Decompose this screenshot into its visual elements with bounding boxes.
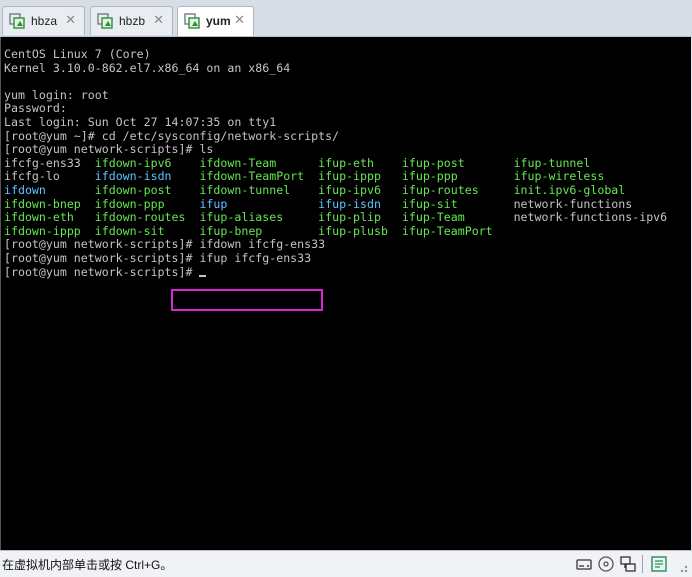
terminal-text: ifdown-bnep <box>4 196 95 211</box>
terminal-line: Kernel 3.10.0-862.el7.x86_64 on an x86_6… <box>4 60 667 76</box>
terminal-line: CentOS Linux 7 (Core) <box>4 47 667 62</box>
terminal-text: ifup-ppp <box>401 169 514 184</box>
terminal-text: ifdown-TeamPort <box>199 169 319 184</box>
terminal-text: ifdown-ippp <box>4 223 95 238</box>
terminal-text: [root@yum network-scripts]# ifdown ifcfg… <box>4 237 326 252</box>
terminal-text: ifcfg-ens33 <box>4 155 95 170</box>
terminal-text: ifup-ipv6 <box>318 182 402 197</box>
terminal-text: Password: <box>4 101 67 116</box>
terminal-text: yum login: root <box>4 87 109 102</box>
terminal-text: ifdown-Team <box>199 155 319 170</box>
terminal-text: ifdown-isdn <box>94 169 200 184</box>
close-icon[interactable]: ✕ <box>234 12 245 28</box>
tab-label: hbzb <box>119 14 146 28</box>
terminal-text: [root@yum network-scripts]# ifup ifcfg-e… <box>4 250 312 265</box>
tab-hbza[interactable]: hbza ✕ <box>2 6 85 35</box>
terminal-text: ifup-ippp <box>318 169 402 184</box>
status-bar: 在虚拟机内部单击或按 Ctrl+G。 <box>0 550 692 577</box>
terminal-text: CentOS Linux 7 (Core) <box>4 47 151 61</box>
terminal-text: ifup <box>199 196 319 211</box>
tab-label: yum <box>206 14 231 28</box>
terminal-line: [root@yum ~]# cd /etc/sysconfig/network-… <box>4 128 667 144</box>
close-icon[interactable]: ✕ <box>65 12 76 28</box>
terminal-line: Last login: Sun Oct 27 14:07:35 on tty1 <box>4 114 667 130</box>
terminal-text: ifdown-tunnel <box>199 182 319 197</box>
terminal-line: ifdown-ippp ifdown-sit ifup-bnep ifup-pl… <box>4 223 667 239</box>
terminal-text: ifup-eth <box>318 155 402 170</box>
terminal-text: ifup-aliases <box>199 210 319 225</box>
hard-disk-icon[interactable] <box>575 555 593 573</box>
terminal-text: ifup-bnep <box>199 223 319 238</box>
terminal-line: ifdown-eth ifdown-routes ifup-aliases if… <box>4 210 668 225</box>
terminal-text: ifup-plusb <box>318 223 402 238</box>
terminal-text: init.ipv6-global <box>513 182 626 197</box>
terminal-line: ifdown-bnep ifdown-ppp ifup ifup-isdn if… <box>4 196 667 212</box>
terminal-text: ifup-Team <box>401 210 514 225</box>
terminal-text: ifdown-sit <box>94 223 200 238</box>
terminal-line: yum login: root <box>4 87 667 103</box>
terminal-text: ifdown-routes <box>94 210 200 225</box>
terminal-line: ifcfg-ens33 ifdown-ipv6 ifdown-Team ifup… <box>4 155 667 171</box>
terminal-text: ifup-wireless <box>513 169 605 184</box>
vm-icon <box>97 13 113 29</box>
terminal-text: ifup-routes <box>401 182 514 197</box>
terminal-text: network-functions <box>513 196 633 211</box>
text-cursor <box>199 274 207 277</box>
terminal-text: [root@yum network-scripts]# <box>4 264 200 279</box>
cd-rom-icon[interactable] <box>597 555 615 573</box>
tab-yum[interactable]: yum ✕ <box>177 6 254 36</box>
terminal-text: ifdown <box>4 182 95 197</box>
terminal-text: ifup-plip <box>318 210 402 225</box>
terminal-text: [root@yum ~]# cd /etc/sysconfig/network-… <box>4 128 340 143</box>
terminal-text: ifdown-ipv6 <box>94 155 200 170</box>
terminal-text: ifcfg-lo <box>4 169 95 184</box>
terminal-text: ifup-TeamPort <box>401 223 493 238</box>
network-adapter-icon[interactable] <box>619 555 637 573</box>
vm-icon <box>184 13 200 29</box>
terminal-line: [root@yum network-scripts]# ifdown ifcfg… <box>4 238 667 252</box>
terminal-line: [root@yum network-scripts]# ls <box>4 142 667 157</box>
terminal-text: ifdown-post <box>94 182 200 197</box>
divider <box>642 555 643 573</box>
terminal-text: ifdown-ppp <box>94 196 200 211</box>
terminal-text: ifup-post <box>401 155 514 170</box>
terminal-text: ifup-isdn <box>318 196 402 211</box>
terminal-line: ifcfg-lo ifdown-isdn ifdown-TeamPort ifu… <box>4 170 667 184</box>
terminal-line: ifdown ifdown-post ifdown-tunnel ifup-ip… <box>4 182 667 198</box>
status-hint: 在虚拟机内部单击或按 Ctrl+G。 <box>2 558 173 572</box>
terminal-text: network-functions-ipv6 <box>513 210 668 225</box>
vm-icon <box>9 13 25 29</box>
resize-grip-icon[interactable] <box>672 557 690 575</box>
terminal-line: [root@yum network-scripts]# <box>4 264 667 280</box>
tab-label: hbza <box>31 14 58 28</box>
highlight-annotation <box>171 289 323 311</box>
terminal-line: Password: <box>4 102 667 116</box>
vm-console[interactable]: CentOS Linux 7 (Core) Kernel 3.10.0-862.e… <box>0 37 691 550</box>
message-log-icon[interactable] <box>650 555 668 573</box>
terminal-line: [root@yum network-scripts]# ifup ifcfg-e… <box>4 250 667 266</box>
terminal-output: CentOS Linux 7 (Core) Kernel 3.10.0-862.e… <box>4 47 668 280</box>
terminal-text: ifup-tunnel <box>513 155 591 170</box>
terminal-text: ifup-sit <box>401 196 514 211</box>
tab-hbzb[interactable]: hbzb ✕ <box>90 6 173 35</box>
terminal-text: [root@yum network-scripts]# ls <box>4 142 214 157</box>
close-icon[interactable]: ✕ <box>153 12 164 28</box>
vm-tab-bar: hbza ✕ hbzb ✕ yum ✕ <box>0 0 692 37</box>
terminal-text: Last login: Sun Oct 27 14:07:35 on tty1 <box>4 114 277 129</box>
terminal-text: ifdown-eth <box>4 210 95 225</box>
terminal-text: Kernel 3.10.0-862.el7.x86_64 on an x86_6… <box>4 60 291 75</box>
